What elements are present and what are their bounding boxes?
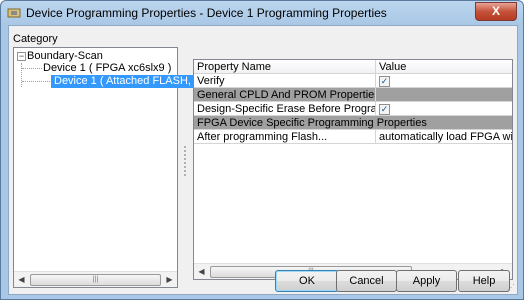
scroll-left-icon[interactable]: ◀ [14,272,29,287]
property-row-erase-before-programming[interactable]: Design-Specific Erase Before Programming… [194,102,512,116]
window-title: Device Programming Properties - Device 1… [26,6,387,20]
apply-button[interactable]: Apply [396,270,457,292]
tree-line [21,63,22,87]
category-row-fpga-programming: FPGA Device Specific Programming Propert… [194,116,512,130]
category-name: General CPLD And PROM Properties [194,88,376,102]
scroll-thumb[interactable]: ||| [30,274,161,286]
category-tree[interactable]: − Boundary-Scan Device 1 ( FPGA xc6slx9 … [13,47,229,288]
panel-splitter[interactable] [184,146,187,186]
category-name: FPGA Device Specific Programming Propert… [194,116,512,130]
erase-before-programming-checkbox[interactable]: ✓ [379,104,390,115]
cancel-button[interactable]: Cancel [336,270,397,292]
property-name: Verify [194,74,376,88]
property-value: ✓ [376,102,512,116]
verify-checkbox[interactable]: ✓ [379,76,390,87]
category-row-cpld-prom: General CPLD And PROM Properties [194,88,512,102]
resize-grip-icon[interactable]: ⋰ [507,283,515,292]
dialog-window: Device Programming Properties - Device 1… [0,0,524,300]
scroll-left-icon[interactable]: ◀ [194,264,209,279]
column-header-property-name[interactable]: Property Name [194,60,376,74]
dialog-client-area: Category − Boundary-Scan Device 1 ( FPGA… [8,25,518,295]
app-icon [7,8,21,18]
after-programming-flash-select[interactable]: automatically load FPGA with Fla [376,130,512,144]
help-button[interactable]: Help [458,270,510,292]
property-name: Design-Specific Erase Before Programming [194,102,376,116]
property-row-verify[interactable]: Verify ✓ [194,74,512,88]
property-value: ✓ [376,74,512,88]
close-button[interactable]: X [475,2,517,21]
title-bar[interactable]: Device Programming Properties - Device 1… [1,1,523,25]
ok-button[interactable]: OK [275,270,339,292]
collapse-icon[interactable]: − [17,52,26,61]
scroll-right-icon[interactable]: ▶ [162,272,177,287]
properties-grid: Property Name Value Verify ✓ General CPL… [193,59,513,280]
column-header-value[interactable]: Value [376,60,512,74]
tree-node-device-fpga[interactable]: Device 1 ( FPGA xc6slx9 ) [43,62,171,75]
property-row-after-programming-flash[interactable]: After programming Flash... automatically… [194,130,512,144]
tree-horizontal-scrollbar[interactable]: ◀ ||| ▶ [14,271,177,287]
tree-line [22,68,42,69]
tree-line [22,81,54,82]
close-icon: X [491,4,500,18]
property-name: After programming Flash... [194,130,376,144]
category-label: Category [13,33,58,45]
